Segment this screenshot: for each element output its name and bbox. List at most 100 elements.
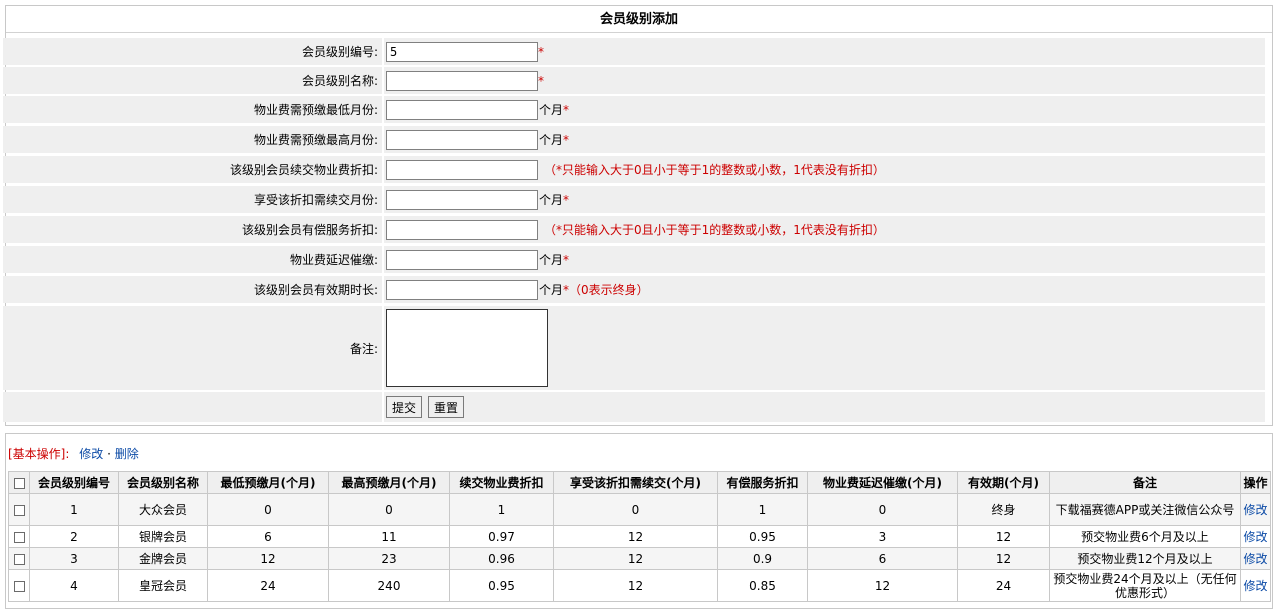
table-header-row: 会员级别编号 会员级别名称 最低预缴月(个月) 最高预缴月(个月) 续交物业费折… — [8, 471, 1271, 494]
select-all-checkbox[interactable] — [13, 477, 25, 489]
cell-service-discount: 1 — [717, 493, 808, 526]
form-row-service-discount: 该级别会员有偿服务折扣: （*只能输入大于0且小于等于1的整数或小数，1代表没有… — [3, 216, 1265, 243]
discount-months-input[interactable] — [386, 189, 538, 210]
basic-operations-label: [基本操作]: — [8, 447, 70, 461]
column-header: 会员级别名称 — [118, 471, 208, 494]
cell-level-id: 3 — [29, 547, 119, 570]
validity-input[interactable] — [386, 279, 538, 300]
row-checkbox[interactable] — [13, 553, 25, 565]
form-row-late-reminder: 物业费延迟催缴: 个月 * — [3, 246, 1265, 273]
cell-renew-discount: 0.97 — [449, 525, 554, 548]
cell-late-reminder: 12 — [807, 569, 958, 602]
required-mark: * — [563, 192, 570, 207]
note-label: 备注: — [3, 306, 382, 390]
column-header: 最低预缴月(个月) — [207, 471, 329, 494]
form-row-min-months: 物业费需预缴最低月份: 个月 * — [3, 96, 1265, 123]
form-row-level-id: 会员级别编号: * — [3, 38, 1265, 65]
row-checkbox[interactable] — [13, 504, 25, 516]
edit-link[interactable]: 修改 — [79, 447, 103, 461]
cell-validity: 12 — [957, 525, 1050, 548]
cell-discount-months: 12 — [553, 547, 718, 570]
delete-link[interactable]: 删除 — [115, 447, 139, 461]
cell-validity: 终身 — [957, 493, 1050, 526]
required-mark: * — [563, 132, 570, 147]
unit-label: 个月 — [539, 193, 564, 207]
table-row: 3 金牌会员 12 23 0.96 12 0.9 6 12 预交物业费12个月及… — [8, 547, 1271, 570]
cell-max-months: 240 — [328, 569, 450, 602]
level-id-input[interactable] — [386, 41, 538, 62]
cell-renew-discount: 0.95 — [449, 569, 554, 602]
cell-min-months: 6 — [207, 525, 329, 548]
row-edit-link[interactable]: 修改 — [1243, 579, 1267, 593]
form-row-level-name: 会员级别名称: * — [3, 67, 1265, 94]
row-checkbox[interactable] — [13, 531, 25, 543]
column-header: 最高预缴月(个月) — [328, 471, 450, 494]
cell-note: 预交物业费24个月及以上（无任何优惠形式） — [1049, 569, 1241, 602]
column-header: 续交物业费折扣 — [449, 471, 554, 494]
form-row-note: 备注: — [3, 306, 1265, 390]
validity-hint: （0表示终身） — [569, 283, 649, 297]
table-row: 1 大众会员 0 0 1 0 1 0 终身 下载福赛德APP或关注微信公众号 修… — [8, 493, 1271, 526]
cell-discount-months: 0 — [553, 493, 718, 526]
form-row-validity: 该级别会员有效期时长: 个月 * （0表示终身） — [3, 276, 1265, 303]
note-textarea[interactable] — [386, 309, 548, 387]
column-header: 有效期(个月) — [957, 471, 1050, 494]
cell-late-reminder: 3 — [807, 525, 958, 548]
cell-min-months: 12 — [207, 547, 329, 570]
cell-level-name: 银牌会员 — [118, 525, 208, 548]
min-months-input[interactable] — [386, 99, 538, 120]
form-row-renew-discount: 该级别会员续交物业费折扣: （*只能输入大于0且小于等于1的整数或小数，1代表没… — [3, 156, 1265, 183]
discount-months-label: 享受该折扣需续交月份: — [3, 186, 382, 213]
cell-service-discount: 0.85 — [717, 569, 808, 602]
max-months-input[interactable] — [386, 129, 538, 150]
late-reminder-label: 物业费延迟催缴: — [3, 246, 382, 273]
cell-renew-discount: 0.96 — [449, 547, 554, 570]
cell-level-id: 2 — [29, 525, 119, 548]
table-row: 2 银牌会员 6 11 0.97 12 0.95 3 12 预交物业费6个月及以… — [8, 525, 1271, 548]
level-id-label: 会员级别编号: — [3, 38, 382, 65]
unit-label: 个月 — [539, 133, 564, 147]
level-name-input[interactable] — [386, 70, 538, 91]
cell-min-months: 24 — [207, 569, 329, 602]
submit-button[interactable]: 提交 — [386, 396, 423, 418]
cell-max-months: 23 — [328, 547, 450, 570]
cell-discount-months: 12 — [553, 525, 718, 548]
cell-renew-discount: 1 — [449, 493, 554, 526]
row-edit-link[interactable]: 修改 — [1243, 503, 1267, 517]
row-checkbox[interactable] — [13, 580, 25, 592]
select-all-cell — [8, 471, 30, 494]
unit-label: 个月 — [539, 283, 564, 297]
service-discount-label: 该级别会员有偿服务折扣: — [3, 216, 382, 243]
form-row-actions: 提交 重置 — [3, 392, 1265, 422]
cell-level-name: 大众会员 — [118, 493, 208, 526]
column-header: 操作 — [1240, 471, 1271, 494]
cell-note: 下载福赛德APP或关注微信公众号 — [1049, 493, 1241, 526]
discount-hint: （*只能输入大于0且小于等于1的整数或小数，1代表没有折扣） — [544, 223, 885, 237]
member-level-table: 会员级别编号 会员级别名称 最低预缴月(个月) 最高预缴月(个月) 续交物业费折… — [8, 471, 1271, 602]
cell-late-reminder: 6 — [807, 547, 958, 570]
cell-late-reminder: 0 — [807, 493, 958, 526]
column-header: 物业费延迟催缴(个月) — [807, 471, 958, 494]
form-row-max-months: 物业费需预缴最高月份: 个月 * — [3, 126, 1265, 153]
level-name-label: 会员级别名称: — [3, 67, 382, 94]
discount-hint: （*只能输入大于0且小于等于1的整数或小数，1代表没有折扣） — [544, 163, 885, 177]
cell-validity: 24 — [957, 569, 1050, 602]
late-reminder-input[interactable] — [386, 249, 538, 270]
cell-discount-months: 12 — [553, 569, 718, 602]
column-header: 有偿服务折扣 — [717, 471, 808, 494]
table-row: 4 皇冠会员 24 240 0.95 12 0.85 12 24 预交物业费24… — [8, 569, 1271, 602]
required-mark: * — [538, 73, 544, 88]
service-discount-input[interactable] — [386, 219, 538, 240]
required-mark: * — [538, 44, 544, 59]
row-edit-link[interactable]: 修改 — [1243, 530, 1267, 544]
renew-discount-input[interactable] — [386, 159, 538, 180]
cell-max-months: 11 — [328, 525, 450, 548]
reset-button[interactable]: 重置 — [428, 396, 465, 418]
required-mark: * — [563, 102, 570, 117]
actions-label-cell — [3, 392, 382, 422]
form-title: 会员级别添加 — [6, 6, 1272, 33]
renew-discount-label: 该级别会员续交物业费折扣: — [3, 156, 382, 183]
row-edit-link[interactable]: 修改 — [1243, 552, 1267, 566]
max-months-label: 物业费需预缴最高月份: — [3, 126, 382, 153]
cell-validity: 12 — [957, 547, 1050, 570]
